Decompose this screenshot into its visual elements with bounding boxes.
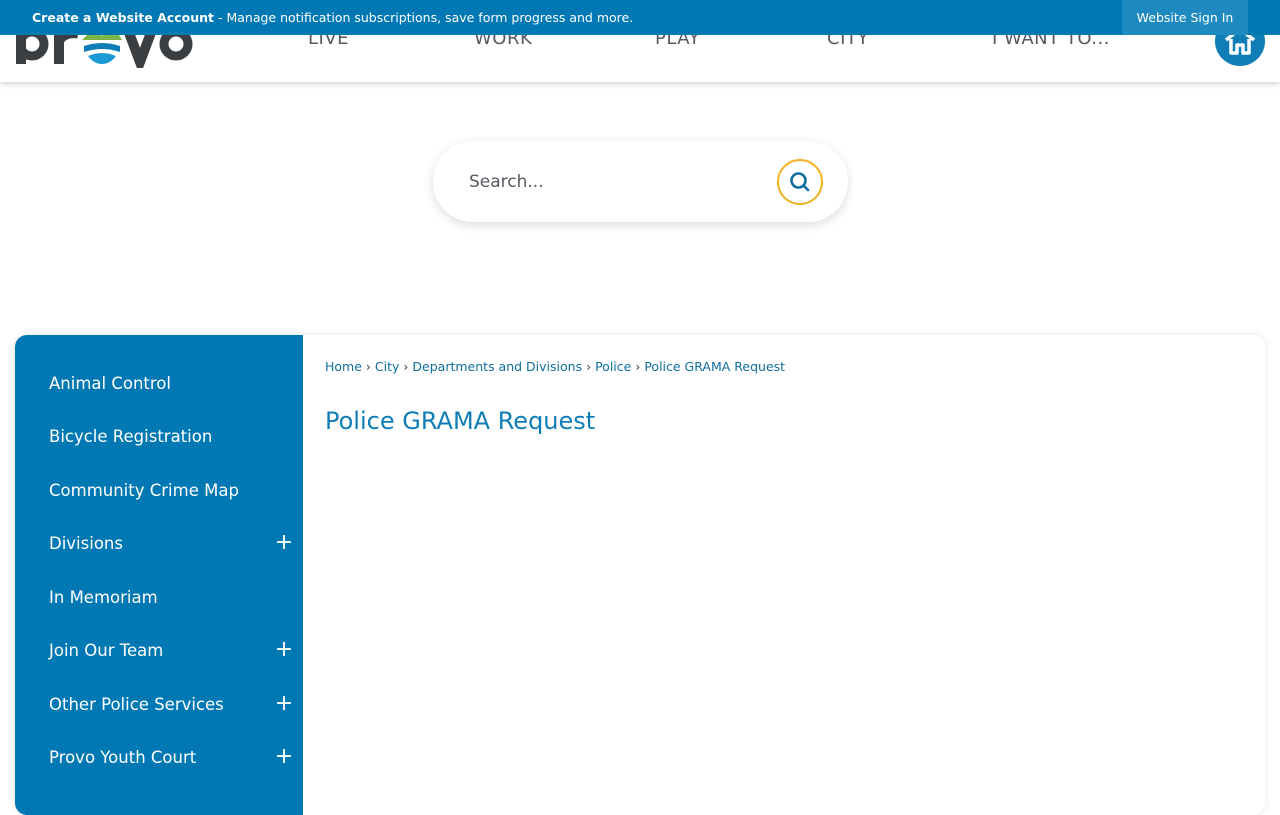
sidebar-item-community-crime-map[interactable]: Community Crime Map [15,469,303,513]
breadcrumb-separator: › [403,359,409,374]
expand-plus-icon[interactable]: + [273,635,295,665]
expand-plus-icon[interactable]: + [273,528,295,558]
account-description: - Manage notification subscriptions, sav… [214,10,634,25]
breadcrumb-current: Police GRAMA Request [644,359,786,374]
breadcrumb-separator: › [586,359,592,374]
main-content: Home › City › Departments and Divisions › Poli… [325,335,1255,815]
sidebar-item-label: Community Crime Map [49,481,239,500]
sidebar-item-in-memoriam[interactable]: In Memoriam [15,576,303,620]
sidebar-nav: Animal Control Bicycle Registration Comm… [15,335,303,815]
sidebar-item-label: Divisions [49,534,123,553]
sidebar-item-label: Join Our Team [49,641,164,660]
search-input[interactable] [467,165,767,199]
website-sign-in-button[interactable]: Website Sign In [1122,0,1248,35]
expand-plus-icon[interactable]: + [273,742,295,772]
breadcrumb-separator: › [365,359,371,374]
search-button[interactable] [777,159,823,205]
account-message: Create a Website Account - Manage notifi… [32,10,633,25]
sidebar-item-bicycle-registration[interactable]: Bicycle Registration [15,415,303,459]
sidebar-item-label: Provo Youth Court [49,748,197,767]
content-card: Animal Control Bicycle Registration Comm… [15,335,1265,815]
sidebar-item-label: Other Police Services [49,695,224,714]
search-box [433,141,848,222]
sidebar-item-animal-control[interactable]: Animal Control [15,362,303,406]
sidebar-item-label: Bicycle Registration [49,427,213,446]
sidebar-item-join-our-team[interactable]: Join Our Team + [15,629,303,673]
page-title: Police GRAMA Request [325,407,596,435]
breadcrumb-police[interactable]: Police [595,359,631,374]
create-account-link[interactable]: Create a Website Account [32,10,214,25]
expand-plus-icon[interactable]: + [273,689,295,719]
search-icon [790,172,810,192]
breadcrumb-home[interactable]: Home [325,359,362,374]
sidebar-item-other-police-services[interactable]: Other Police Services + [15,683,303,727]
breadcrumb-separator: › [635,359,641,374]
account-bar: Create a Website Account - Manage notifi… [0,0,1280,35]
sidebar-item-provo-youth-court[interactable]: Provo Youth Court + [15,736,303,780]
sidebar-item-divisions[interactable]: Divisions + [15,522,303,566]
breadcrumb-departments[interactable]: Departments and Divisions [412,359,582,374]
sidebar-item-label: Animal Control [49,374,171,393]
breadcrumb-city[interactable]: City [375,359,400,374]
breadcrumb: Home › City › Departments and Divisions › Poli… [325,359,785,374]
sidebar-item-label: In Memoriam [49,588,158,607]
